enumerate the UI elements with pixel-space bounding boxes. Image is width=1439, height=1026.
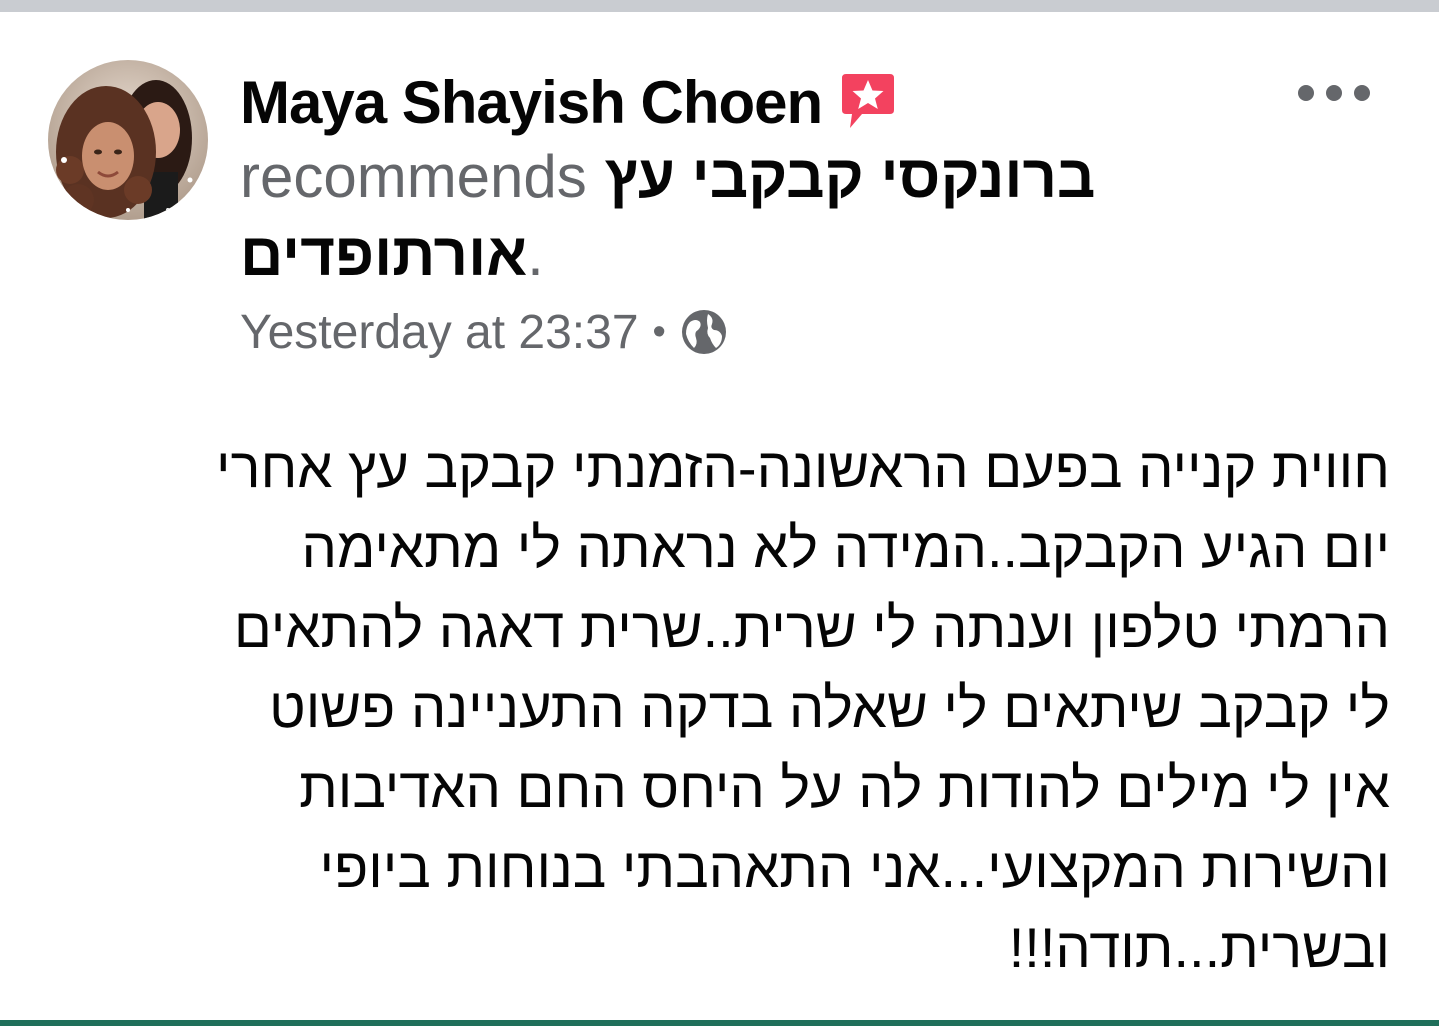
meta-separator: • <box>652 310 666 353</box>
avatar[interactable] <box>48 60 208 220</box>
post-body-line: יום הגיע הקבקב..המידה לא נראתה לי מתאימה <box>301 516 1390 579</box>
sentence-period: . <box>527 220 544 288</box>
post-meta: Yesterday at 23:37 • <box>240 300 728 364</box>
post-body-line: לי קבקב שיתאים לי שאלה בדקה התעניינה פשו… <box>269 676 1390 739</box>
author-name[interactable]: Maya Shayish Choen <box>240 68 823 137</box>
post-body-line: והשירות המקצועי...אני התאהבתי בנוחות ביו… <box>319 836 1390 899</box>
page-name-link-continued[interactable]: אורתופדים <box>240 220 527 289</box>
recommendation-star-icon <box>842 74 895 128</box>
post-body-line: חווית קנייה בפעם הראשונה-הזמנתי קבקב עץ … <box>216 436 1390 499</box>
recommendation-line-continued: אורתופדים . <box>240 218 544 290</box>
post-timestamp[interactable]: Yesterday at 23:37 <box>240 305 639 360</box>
avatar-photo <box>48 60 208 220</box>
more-options-icon <box>1298 85 1370 101</box>
post-body-line: ובשרית...תודה!!! <box>1008 916 1390 979</box>
more-options-button[interactable] <box>1292 70 1376 116</box>
author-line: Maya Shayish Choen <box>240 62 900 142</box>
post-body: חווית קנייה בפעם הראשונה-הזמנתי קבקב עץ … <box>40 428 1390 988</box>
top-divider <box>0 0 1439 12</box>
page-name-link[interactable]: ברונקסי קבקבי עץ <box>605 142 1096 211</box>
globe-icon[interactable] <box>680 308 728 356</box>
post-body-line: הרמתי טלפון וענתה לי שרית..שרית דאגה להת… <box>233 596 1390 659</box>
recommendation-line: recommends ברונקסי קבקבי עץ <box>240 138 1095 214</box>
bottom-divider <box>0 1020 1439 1026</box>
post-body-line: אין לי מילים להודות לה על היחס החם האדיב… <box>299 756 1390 819</box>
recommends-label: recommends <box>240 142 587 210</box>
